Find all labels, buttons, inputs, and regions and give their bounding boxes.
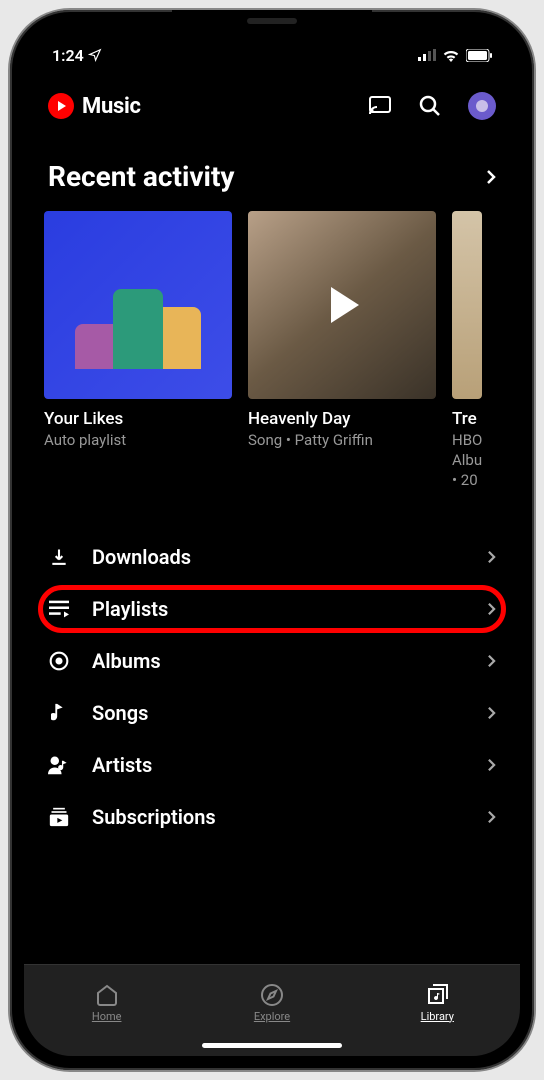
app-logo[interactable]: Music <box>48 93 141 119</box>
likes-artwork <box>44 211 232 399</box>
thumbs-up-icon <box>113 289 163 369</box>
tab-home[interactable]: Home <box>24 965 189 1056</box>
tab-library[interactable]: Library <box>355 965 520 1056</box>
chevron-right-icon <box>487 550 496 564</box>
recent-activity-cards: Your Likes Auto playlist Heavenly Day So… <box>24 211 520 489</box>
library-item-label: Songs <box>92 701 465 725</box>
album-icon <box>48 650 70 672</box>
card-subtitle: • 20 <box>452 471 482 489</box>
avatar[interactable] <box>468 92 496 120</box>
library-item-label: Albums <box>92 649 465 673</box>
library-item-playlists[interactable]: Playlists <box>24 583 520 635</box>
album-artwork <box>452 211 482 399</box>
phone-frame: 1:24 Music Recent activity <box>10 10 534 1070</box>
recent-card-likes[interactable]: Your Likes Auto playlist <box>44 211 232 489</box>
card-title: Heavenly Day <box>248 409 436 429</box>
card-title: Your Likes <box>44 409 232 429</box>
card-title: Tre <box>452 409 482 429</box>
card-subtitle: Albu <box>452 451 482 469</box>
recent-card-peek[interactable]: Tre HBO Albu • 20 <box>452 211 482 489</box>
search-icon[interactable] <box>418 94 442 118</box>
chevron-right-icon <box>487 706 496 720</box>
tab-label: Explore <box>254 1010 290 1023</box>
recent-activity-header[interactable]: Recent activity <box>24 130 520 211</box>
youtube-music-logo-icon <box>48 93 74 119</box>
battery-icon <box>466 49 492 62</box>
chevron-right-icon <box>487 654 496 668</box>
wifi-icon <box>442 49 460 62</box>
location-icon <box>88 48 102 62</box>
screen: 1:24 Music Recent activity <box>24 24 520 1056</box>
library-item-label: Subscriptions <box>92 805 465 829</box>
signal-icon <box>418 49 436 61</box>
app-title: Music <box>82 94 141 119</box>
card-subtitle: HBO <box>452 431 482 449</box>
download-icon <box>48 546 70 568</box>
library-item-label: Playlists <box>92 597 465 621</box>
chevron-right-icon <box>486 169 496 185</box>
subscriptions-icon <box>48 806 70 828</box>
library-item-songs[interactable]: Songs <box>24 687 520 739</box>
tab-label: Library <box>421 1010 454 1023</box>
card-subtitle: Song • Patty Griffin <box>248 431 436 449</box>
app-header: Music <box>24 72 520 130</box>
music-note-icon <box>48 702 70 724</box>
play-icon <box>331 287 359 323</box>
library-item-subscriptions[interactable]: Subscriptions <box>24 791 520 843</box>
library-item-albums[interactable]: Albums <box>24 635 520 687</box>
playlist-icon <box>48 598 70 620</box>
card-subtitle: Auto playlist <box>44 431 232 449</box>
chevron-right-icon <box>487 810 496 824</box>
song-artwork <box>248 211 436 399</box>
explore-icon <box>260 983 284 1007</box>
notch <box>172 10 372 38</box>
tab-label: Home <box>92 1010 122 1023</box>
recent-card-song[interactable]: Heavenly Day Song • Patty Griffin <box>248 211 436 489</box>
home-indicator[interactable] <box>202 1043 342 1048</box>
library-item-downloads[interactable]: Downloads <box>24 531 520 583</box>
library-item-label: Downloads <box>92 545 465 569</box>
library-item-label: Artists <box>92 753 465 777</box>
status-time: 1:24 <box>52 46 84 65</box>
cast-icon[interactable] <box>368 94 392 118</box>
recent-activity-title: Recent activity <box>48 160 235 193</box>
library-list: Downloads Playlists Albums <box>24 531 520 843</box>
chevron-right-icon <box>487 602 496 616</box>
library-item-artists[interactable]: Artists <box>24 739 520 791</box>
home-icon <box>95 983 119 1007</box>
artist-icon <box>48 754 70 776</box>
library-icon <box>425 983 449 1007</box>
chevron-right-icon <box>487 758 496 772</box>
